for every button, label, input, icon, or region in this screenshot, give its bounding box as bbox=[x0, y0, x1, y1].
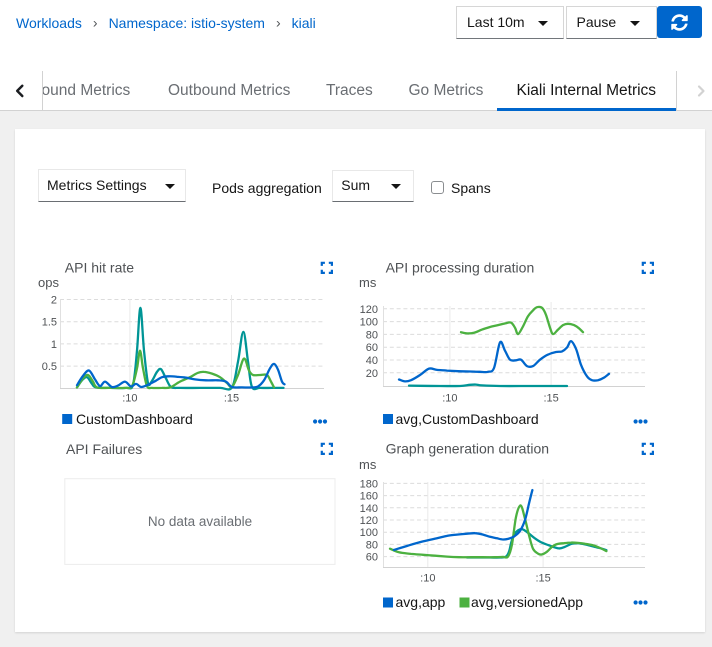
svg-text:100: 100 bbox=[360, 317, 378, 329]
svg-text::10: :10 bbox=[122, 393, 137, 405]
svg-text::10: :10 bbox=[420, 573, 435, 585]
svg-text:2: 2 bbox=[51, 295, 57, 307]
svg-text:40: 40 bbox=[366, 355, 378, 367]
svg-text:avg,app: avg,app bbox=[396, 594, 446, 610]
svg-text::10: :10 bbox=[442, 393, 457, 405]
svg-text::15: :15 bbox=[224, 393, 239, 405]
svg-text:avg,CustomDashboard: avg,CustomDashboard bbox=[396, 411, 539, 427]
svg-text:avg,versionedApp: avg,versionedApp bbox=[471, 594, 583, 610]
svg-text:140: 140 bbox=[360, 503, 378, 515]
svg-text:ms: ms bbox=[359, 275, 377, 290]
svg-text:160: 160 bbox=[360, 491, 378, 503]
svg-text:80: 80 bbox=[366, 329, 378, 341]
svg-text:100: 100 bbox=[360, 527, 378, 539]
svg-text:60: 60 bbox=[366, 342, 378, 354]
svg-text::15: :15 bbox=[543, 393, 558, 405]
svg-text:20: 20 bbox=[366, 368, 378, 380]
svg-text:1.5: 1.5 bbox=[42, 317, 57, 329]
svg-text:1: 1 bbox=[51, 339, 57, 351]
svg-text:120: 120 bbox=[360, 515, 378, 527]
svg-text:CustomDashboard: CustomDashboard bbox=[76, 411, 193, 427]
svg-text:80: 80 bbox=[366, 539, 378, 551]
svg-text:ms: ms bbox=[359, 457, 377, 472]
svg-text:60: 60 bbox=[366, 552, 378, 564]
svg-text:No data available: No data available bbox=[148, 514, 252, 529]
svg-text:API hit rate: API hit rate bbox=[65, 260, 134, 276]
svg-text:ops: ops bbox=[38, 275, 59, 290]
svg-text:0.5: 0.5 bbox=[42, 361, 57, 373]
svg-text:Graph generation duration: Graph generation duration bbox=[386, 441, 549, 457]
svg-text::15: :15 bbox=[535, 573, 550, 585]
svg-text:120: 120 bbox=[360, 304, 378, 316]
svg-text:API processing duration: API processing duration bbox=[386, 260, 535, 276]
svg-text:180: 180 bbox=[360, 478, 378, 490]
svg-text:API Failures: API Failures bbox=[66, 441, 142, 457]
